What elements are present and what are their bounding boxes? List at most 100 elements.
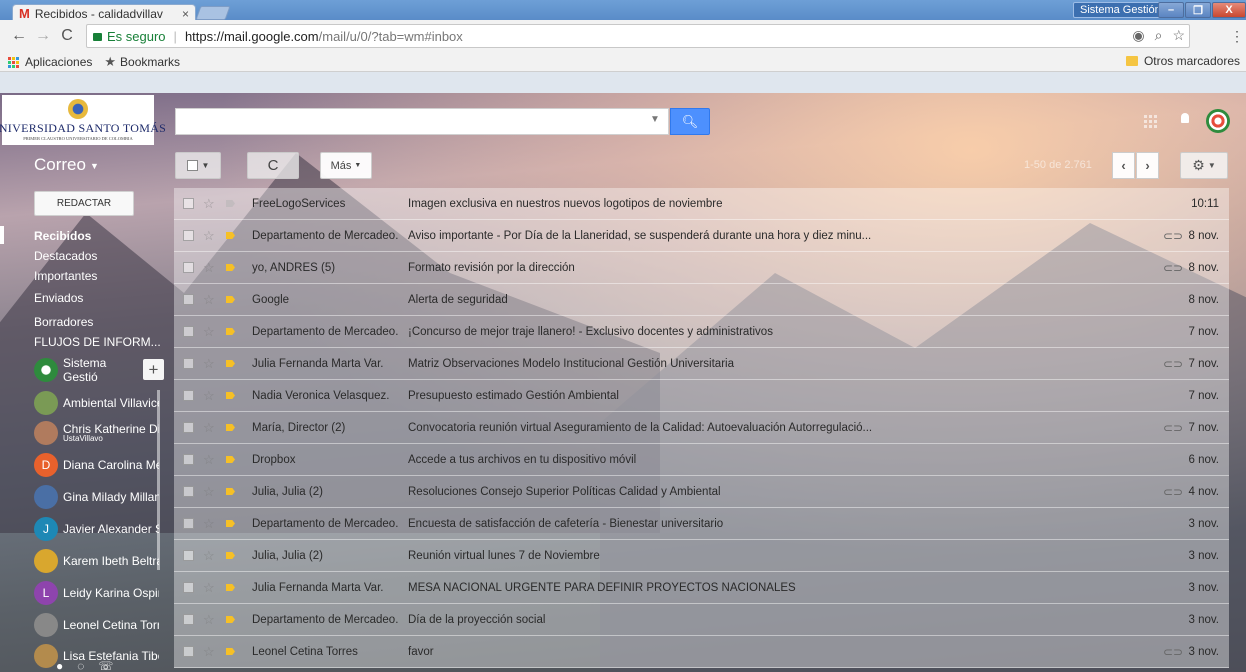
chat-icon[interactable]: ◌ xyxy=(77,659,84,672)
row-checkbox[interactable] xyxy=(183,198,194,209)
row-checkbox[interactable] xyxy=(183,582,194,593)
new-tab-button[interactable] xyxy=(195,6,231,20)
star-icon[interactable]: ☆ xyxy=(203,228,217,244)
contact-item[interactable]: Chris Katherine Di UstaVillavo xyxy=(34,420,159,445)
table-row[interactable]: ☆ Departamento de Mercadeo. Encuesta de sa… xyxy=(174,508,1229,540)
row-checkbox[interactable] xyxy=(183,454,194,465)
table-row[interactable]: ☆ Dropbox Accede a tus archivos en tu disp… xyxy=(174,444,1229,476)
bookmark-star-icon[interactable]: ☆ xyxy=(1172,27,1185,44)
search-input[interactable]: ▼ xyxy=(175,108,669,135)
account-avatar[interactable] xyxy=(1206,109,1230,133)
star-icon[interactable]: ☆ xyxy=(203,420,217,436)
row-checkbox[interactable] xyxy=(183,614,194,625)
star-icon[interactable]: ☆ xyxy=(203,612,217,628)
older-button[interactable]: › xyxy=(1136,152,1159,179)
star-icon[interactable]: ☆ xyxy=(203,292,217,308)
importance-marker-icon[interactable] xyxy=(226,328,235,335)
sidebar-item-drafts[interactable]: Borradores xyxy=(34,315,93,329)
minimize-button[interactable]: – xyxy=(1158,2,1184,18)
star-icon[interactable]: ☆ xyxy=(203,196,217,212)
select-all-button[interactable]: ▼ xyxy=(175,152,221,179)
eye-icon[interactable]: ◉ xyxy=(1132,27,1144,44)
phone-icon[interactable]: ☏ xyxy=(98,659,113,672)
reload-icon[interactable]: C xyxy=(56,26,78,46)
contact-item[interactable]: Leonel Cetina Torr xyxy=(34,612,159,637)
table-row[interactable]: ☆ Departamento de Mercadeo. Aviso importan… xyxy=(174,220,1229,252)
row-checkbox[interactable] xyxy=(183,358,194,369)
profile-button[interactable]: Sistema Gestión xyxy=(1073,2,1168,18)
table-row[interactable]: ☆ María, Director (2) Convocatoria reunión… xyxy=(174,412,1229,444)
forward-icon[interactable]: → xyxy=(32,26,54,46)
table-row[interactable]: ☆ Julia, Julia (2) Resoluciones Consejo Su… xyxy=(174,476,1229,508)
importance-marker-icon[interactable] xyxy=(226,264,235,271)
importance-marker-icon[interactable] xyxy=(226,200,235,207)
browser-menu-icon[interactable]: ⋮ xyxy=(1230,28,1244,45)
row-checkbox[interactable] xyxy=(183,294,194,305)
compose-button[interactable]: REDACTAR xyxy=(34,191,134,216)
contact-item[interactable]: J Javier Alexander S xyxy=(34,516,159,541)
row-checkbox[interactable] xyxy=(183,326,194,337)
importance-marker-icon[interactable] xyxy=(226,616,235,623)
row-checkbox[interactable] xyxy=(183,518,194,529)
star-icon[interactable]: ☆ xyxy=(203,452,217,468)
table-row[interactable]: ☆ Julia, Julia (2) Reunión virtual lunes 7… xyxy=(174,540,1229,572)
sidebar-item-flujos[interactable]: FLUJOS DE INFORM... xyxy=(34,335,161,349)
row-checkbox[interactable] xyxy=(183,262,194,273)
star-icon[interactable]: ☆ xyxy=(203,356,217,372)
importance-marker-icon[interactable] xyxy=(226,360,235,367)
more-button[interactable]: Más ▼ xyxy=(320,152,372,179)
importance-marker-icon[interactable] xyxy=(226,552,235,559)
row-checkbox[interactable] xyxy=(183,422,194,433)
importance-marker-icon[interactable] xyxy=(226,648,235,655)
sidebar-item-sent[interactable]: Enviados xyxy=(34,291,83,305)
row-checkbox[interactable] xyxy=(183,230,194,241)
importance-marker-icon[interactable] xyxy=(226,424,235,431)
search-options-icon[interactable]: ▼ xyxy=(650,114,660,125)
back-icon[interactable]: ← xyxy=(8,26,30,46)
star-icon[interactable]: ☆ xyxy=(203,324,217,340)
university-logo[interactable]: UNIVERSIDAD SANTO TOMÁS PRIMER CLAUSTRO … xyxy=(0,95,166,145)
close-window-button[interactable]: X xyxy=(1212,2,1246,18)
importance-marker-icon[interactable] xyxy=(226,488,235,495)
table-row[interactable]: ☆ Leonel Cetina Torres favor ⊂⊃ 3 nov. xyxy=(174,636,1229,668)
star-icon[interactable]: ☆ xyxy=(203,388,217,404)
person-icon[interactable]: ● xyxy=(56,659,63,672)
contact-item[interactable]: D Diana Carolina Me xyxy=(34,452,159,477)
notifications-icon[interactable] xyxy=(1181,113,1189,123)
sidebar-item-starred[interactable]: Destacados xyxy=(34,249,97,263)
contacts-scrollbar[interactable] xyxy=(157,390,160,570)
row-checkbox[interactable] xyxy=(183,646,194,657)
table-row[interactable]: ☆ Julia Fernanda Marta Var. MESA NACIONAL … xyxy=(174,572,1229,604)
app-switcher[interactable]: Correo ▼ xyxy=(34,155,99,175)
star-icon[interactable]: ☆ xyxy=(203,548,217,564)
table-row[interactable]: ☆ Google Alerta de seguridad 8 nov. xyxy=(174,284,1229,316)
tab-close-icon[interactable]: × xyxy=(182,7,189,21)
star-icon[interactable]: ☆ xyxy=(203,516,217,532)
star-icon[interactable]: ☆ xyxy=(203,644,217,660)
address-bar[interactable]: Es seguro | https://mail.google.com /mai… xyxy=(86,24,1190,48)
hangouts-self[interactable]: Sistema Gestió xyxy=(34,356,144,384)
google-apps-icon[interactable] xyxy=(1144,115,1157,128)
table-row[interactable]: ☆ yo, ANDRES (5) Formato revisión por la d… xyxy=(174,252,1229,284)
table-row[interactable]: ☆ Nadia Veronica Velasquez. Presupuesto es… xyxy=(174,380,1229,412)
search-button[interactable]: 🔍︎ xyxy=(670,108,710,135)
star-icon[interactable]: ☆ xyxy=(203,484,217,500)
table-row[interactable]: ☆ FreeLogoServices Imagen exclusiva en nue… xyxy=(174,188,1229,220)
contact-item[interactable]: Karem Ibeth Beltrá xyxy=(34,548,159,573)
settings-button[interactable]: ⚙ ▼ xyxy=(1180,152,1228,179)
contact-item[interactable]: Gina Milady Millan xyxy=(34,484,159,509)
contact-item[interactable]: L Leidy Karina Ospir xyxy=(34,580,159,605)
importance-marker-icon[interactable] xyxy=(226,392,235,399)
bookmark-bookmarks[interactable]: ★ Bookmarks xyxy=(104,54,180,70)
newer-button[interactable]: ‹ xyxy=(1112,152,1135,179)
table-row[interactable]: ☆ Departamento de Mercadeo. ¡Concurso de m… xyxy=(174,316,1229,348)
table-row[interactable]: ☆ Julia Fernanda Marta Var. Matriz Observa… xyxy=(174,348,1229,380)
contact-item[interactable]: Ambiental Villavice xyxy=(34,390,159,415)
importance-marker-icon[interactable] xyxy=(226,456,235,463)
refresh-button[interactable]: C xyxy=(247,152,299,179)
add-contact-button[interactable]: + xyxy=(143,359,164,380)
row-checkbox[interactable] xyxy=(183,390,194,401)
table-row[interactable]: ☆ Departamento de Mercadeo. Día de la proy… xyxy=(174,604,1229,636)
importance-marker-icon[interactable] xyxy=(226,520,235,527)
importance-marker-icon[interactable] xyxy=(226,232,235,239)
